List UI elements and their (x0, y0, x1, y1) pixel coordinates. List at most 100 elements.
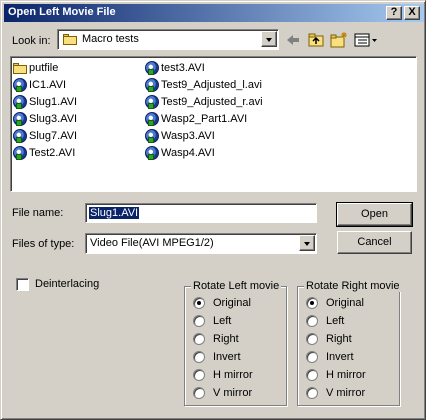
radio-label: Right (213, 333, 239, 345)
title-bar[interactable]: Open Left Movie File ? X (4, 4, 424, 22)
file-item[interactable]: IC1.AVI (13, 77, 66, 93)
video-file-icon (145, 129, 159, 143)
file-name: IC1.AVI (29, 79, 67, 91)
cancel-button[interactable]: Cancel (337, 231, 412, 254)
radio-label: V mirror (326, 387, 366, 399)
radio-button[interactable] (306, 387, 318, 399)
radio-option-right[interactable]: Right (193, 332, 239, 346)
window-title: Open Left Movie File (8, 6, 116, 18)
file-type-value: Video File(AVI MPEG1/2) (90, 237, 214, 249)
radio-option-left[interactable]: Left (193, 314, 231, 328)
close-button[interactable]: X (404, 6, 420, 20)
chevron-down-icon[interactable] (261, 31, 277, 47)
file-name: Slug1.AVI (29, 96, 78, 108)
help-button[interactable]: ? (386, 6, 402, 20)
view-menu-icon (354, 33, 377, 47)
radio-option-h-mirror[interactable]: H mirror (193, 368, 253, 382)
video-file-icon (145, 61, 159, 75)
radio-button[interactable] (306, 297, 318, 309)
file-name: putfile (29, 62, 59, 74)
radio-button[interactable] (306, 369, 318, 381)
up-folder-button[interactable] (307, 31, 327, 49)
file-item[interactable]: test3.AVI (145, 60, 205, 76)
radio-option-right[interactable]: Right (306, 332, 352, 346)
radio-label: Right (326, 333, 352, 345)
file-name: Test2.AVI (29, 147, 76, 159)
video-file-icon (13, 112, 27, 126)
radio-button[interactable] (193, 315, 205, 327)
radio-option-v-mirror[interactable]: V mirror (193, 386, 252, 400)
folder-icon (13, 61, 27, 75)
look-in-value: Macro tests (82, 33, 139, 45)
file-name: Wasp3.AVI (161, 130, 215, 142)
file-item[interactable]: Slug3.AVI (13, 111, 77, 127)
back-button[interactable] (285, 31, 305, 49)
file-name: Wasp2_Part1.AVI (161, 113, 248, 125)
up-folder-icon (308, 33, 324, 47)
file-item[interactable]: Slug7.AVI (13, 128, 77, 144)
video-file-icon (145, 112, 159, 126)
file-name-value: Slug1.AVI (89, 207, 140, 219)
radio-option-original[interactable]: Original (306, 296, 364, 310)
file-name: Slug3.AVI (29, 113, 78, 125)
look-in-combo[interactable]: Macro tests (57, 29, 279, 50)
folder-icon (63, 34, 77, 45)
video-file-icon (145, 146, 159, 160)
radio-button[interactable] (193, 369, 205, 381)
new-folder-button[interactable] (329, 31, 349, 49)
video-file-icon (13, 78, 27, 92)
file-list[interactable]: putfile IC1.AVI Slug1.AVI Slug3.AVI Slug7.AV… (10, 56, 417, 192)
open-button[interactable]: Open (336, 202, 413, 227)
radio-label: Original (326, 297, 364, 309)
deinterlacing-checkbox[interactable] (16, 278, 29, 291)
radio-label: Invert (326, 351, 354, 363)
file-item[interactable]: Test2.AVI (13, 145, 75, 161)
chevron-down-icon[interactable] (299, 235, 315, 251)
deinterlacing-label: Deinterlacing (35, 278, 100, 290)
radio-option-v-mirror[interactable]: V mirror (306, 386, 365, 400)
radio-option-invert[interactable]: Invert (306, 350, 354, 364)
radio-button[interactable] (193, 387, 205, 399)
radio-label: V mirror (213, 387, 253, 399)
file-name: test3.AVI (161, 62, 205, 74)
file-name: Test9_Adjusted_r.avi (161, 96, 263, 108)
radio-button[interactable] (306, 351, 318, 363)
radio-option-h-mirror[interactable]: H mirror (306, 368, 366, 382)
video-file-icon (13, 146, 27, 160)
radio-option-original[interactable]: Original (193, 296, 251, 310)
look-in-label: Look in: (12, 35, 51, 47)
radio-button[interactable] (306, 333, 318, 345)
video-file-icon (13, 95, 27, 109)
rotate-left-title: Rotate Left movie (191, 280, 282, 292)
radio-label: Original (213, 297, 251, 309)
radio-button[interactable] (306, 315, 318, 327)
file-item[interactable]: Test9_Adjusted_l.avi (145, 77, 262, 93)
file-item[interactable]: Slug1.AVI (13, 94, 77, 110)
file-item[interactable]: Wasp4.AVI (145, 145, 215, 161)
radio-option-left[interactable]: Left (306, 314, 344, 328)
video-file-icon (145, 95, 159, 109)
file-name-input[interactable]: Slug1.AVI (85, 203, 317, 223)
radio-label: Left (213, 315, 232, 327)
file-name: Slug7.AVI (29, 130, 78, 142)
file-item[interactable]: Test9_Adjusted_r.avi (145, 94, 263, 110)
video-file-icon (13, 129, 27, 143)
rotate-right-title: Rotate Right movie (304, 280, 402, 292)
file-type-combo[interactable]: Video File(AVI MPEG1/2) (85, 233, 317, 254)
open-file-dialog: Open Left Movie File ? X Look in: Macro … (0, 0, 426, 420)
radio-button[interactable] (193, 333, 205, 345)
radio-label: Invert (213, 351, 241, 363)
radio-label: Left (326, 315, 345, 327)
file-name: Wasp4.AVI (161, 147, 215, 159)
folder-item[interactable]: putfile (13, 60, 58, 76)
file-item[interactable]: Wasp2_Part1.AVI (145, 111, 247, 127)
radio-option-invert[interactable]: Invert (193, 350, 241, 364)
view-menu-button[interactable] (353, 31, 379, 49)
radio-button[interactable] (193, 351, 205, 363)
video-file-icon (145, 78, 159, 92)
new-folder-icon (330, 32, 347, 48)
radio-button[interactable] (193, 297, 205, 309)
rotate-right-group: Rotate Right movie Original Left Right Inve… (297, 280, 402, 406)
file-item[interactable]: Wasp3.AVI (145, 128, 215, 144)
file-name-label: File name: (12, 207, 64, 219)
